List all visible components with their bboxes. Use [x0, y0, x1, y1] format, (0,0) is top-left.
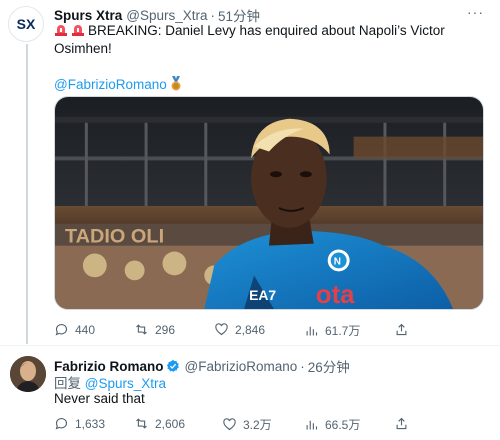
- views-icon: [306, 326, 318, 336]
- thread-connector-line: [26, 44, 28, 344]
- line-break: [54, 58, 454, 76]
- reply-button[interactable]: 1,633: [54, 416, 105, 431]
- siren-icon: [72, 25, 84, 36]
- mention-link[interactable]: @FabrizioRomano: [54, 77, 167, 92]
- reply-context: 回复 @Spurs_Xtra: [54, 372, 166, 392]
- tweet-timestamp[interactable]: 26分钟: [308, 356, 350, 376]
- retweet-button[interactable]: 2,606: [134, 416, 185, 431]
- tweet-text: Never said that: [54, 391, 145, 406]
- stadium-banner-text: TADIO OLI: [65, 226, 164, 248]
- reply-icon: [55, 417, 68, 430]
- siren-icon: [55, 25, 67, 36]
- avatar-spurs-xtra[interactable]: SX: [8, 6, 44, 42]
- fabrizio-avatar-photo: [10, 356, 46, 392]
- views-icon: [306, 420, 318, 430]
- like-count: 2,846: [235, 322, 266, 337]
- reply-button[interactable]: 440: [54, 322, 95, 337]
- verified-icon: [166, 359, 179, 372]
- reply-prefix: 回复: [54, 376, 81, 391]
- tweet-spurs-xtra[interactable]: SX Spurs Xtra @Spurs_Xtra · 51分钟 ··· BRE…: [0, 0, 500, 346]
- share-button[interactable]: [394, 416, 409, 431]
- svg-text:EA7: EA7: [249, 287, 276, 303]
- author-name[interactable]: Spurs Xtra: [54, 8, 122, 23]
- views-count: 61.7万: [325, 324, 361, 338]
- like-icon: [223, 418, 236, 431]
- separator-dot: ·: [300, 358, 305, 374]
- tweet-text: BREAKING: Daniel Levy has enquired about…: [54, 22, 454, 94]
- reply-mention-link[interactable]: @Spurs_Xtra: [85, 376, 166, 391]
- like-icon: [215, 323, 228, 336]
- more-icon[interactable]: ···: [467, 4, 484, 20]
- share-icon: [396, 417, 407, 430]
- svg-text:ota: ota: [316, 281, 355, 309]
- retweet-count: 296: [155, 322, 176, 337]
- reply-count: 440: [75, 322, 96, 337]
- medal-icon: [171, 76, 181, 91]
- views-count: 66.5万: [325, 418, 361, 432]
- author-handle[interactable]: @Spurs_Xtra: [126, 8, 207, 23]
- tweet-body: BREAKING: Daniel Levy has enquired about…: [54, 23, 445, 56]
- svg-text:N: N: [334, 256, 341, 267]
- reply-count: 1,633: [75, 416, 106, 431]
- retweet-button[interactable]: 296: [134, 322, 175, 337]
- avatar-fabrizio-romano[interactable]: [10, 356, 46, 392]
- retweet-icon: [136, 324, 147, 335]
- reply-icon: [55, 323, 68, 336]
- like-button[interactable]: 3.2万: [222, 416, 272, 433]
- views-button[interactable]: 61.7万: [304, 322, 360, 339]
- player-photo: TADIO OLI N ota EA7: [55, 97, 483, 309]
- retweet-icon: [136, 418, 147, 429]
- author-handle[interactable]: @FabrizioRomano: [185, 359, 298, 374]
- separator-dot: ·: [210, 7, 216, 23]
- share-button[interactable]: [394, 322, 409, 337]
- svg-text:SX: SX: [17, 16, 36, 32]
- tweet-image[interactable]: TADIO OLI N ota EA7: [54, 96, 484, 310]
- like-count: 3.2万: [243, 418, 272, 432]
- spurs-xtra-logo: SX: [17, 16, 36, 32]
- views-button[interactable]: 66.5万: [304, 416, 360, 433]
- share-icon: [396, 323, 407, 336]
- retweet-count: 2,606: [155, 416, 186, 431]
- like-button[interactable]: 2,846: [214, 322, 265, 337]
